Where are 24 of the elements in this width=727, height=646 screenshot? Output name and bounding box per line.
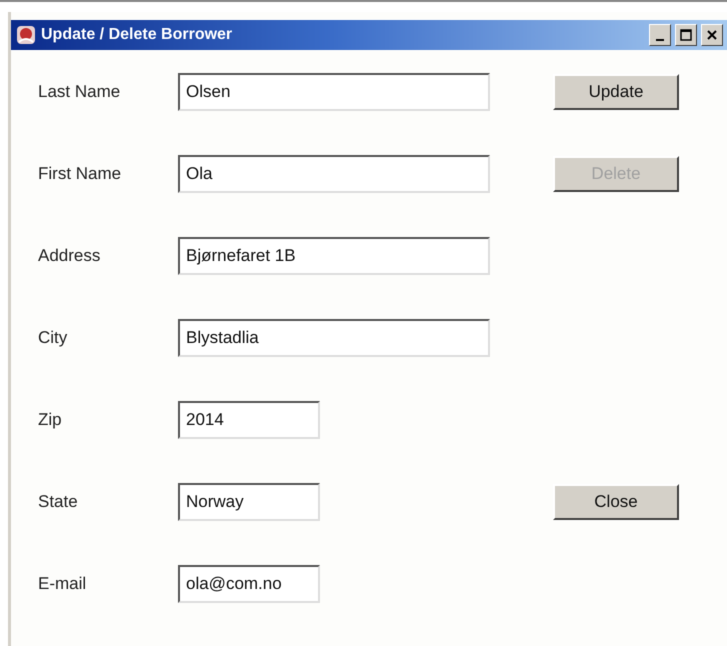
field-label: E-mail bbox=[38, 574, 88, 594]
close-button[interactable] bbox=[701, 24, 723, 46]
input-field[interactable]: Olsen bbox=[178, 73, 490, 111]
field-label: Zip bbox=[38, 410, 63, 430]
minimize-icon bbox=[656, 39, 664, 41]
field-label: State bbox=[38, 492, 79, 512]
minimize-button[interactable] bbox=[649, 24, 671, 46]
maximize-button[interactable] bbox=[675, 24, 697, 46]
field-label: Address bbox=[38, 246, 102, 266]
action-button[interactable]: Update bbox=[553, 74, 679, 110]
input-field[interactable]: Blystadlia bbox=[178, 319, 490, 357]
input-field[interactable]: Ola bbox=[178, 155, 490, 193]
input-field[interactable]: Bjørnefaret 1B bbox=[178, 237, 490, 275]
input-field[interactable]: 2014 bbox=[178, 401, 320, 439]
app-icon bbox=[15, 24, 37, 46]
window-title: Update / Delete Borrower bbox=[41, 26, 234, 44]
field-label: City bbox=[38, 328, 68, 348]
field-label: First Name bbox=[38, 164, 122, 184]
field-label: Last Name bbox=[38, 82, 122, 102]
close-icon bbox=[706, 29, 718, 41]
maximize-icon bbox=[680, 29, 692, 41]
input-field[interactable]: Norway bbox=[178, 483, 320, 521]
action-button[interactable]: Close bbox=[553, 484, 679, 520]
input-field[interactable]: ola@com.no bbox=[178, 565, 320, 603]
